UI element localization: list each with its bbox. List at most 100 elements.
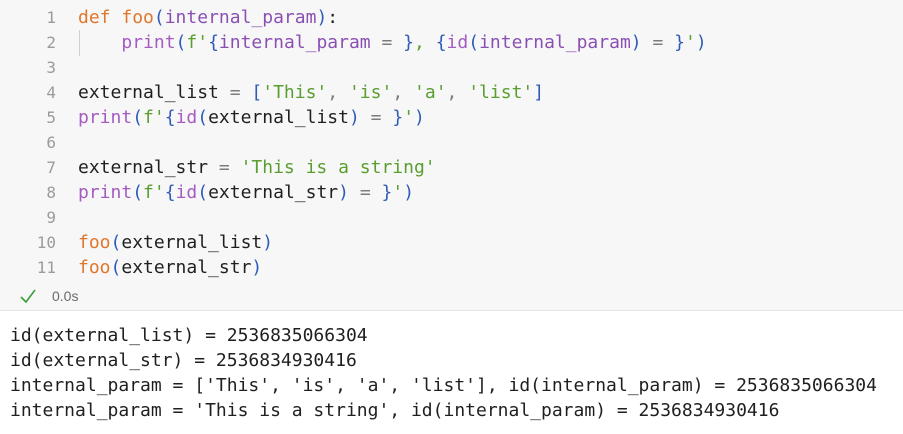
code-token: external_str — [208, 182, 339, 203]
code-token: ' — [403, 107, 415, 128]
code-token: ) — [251, 257, 263, 278]
code-text: external_list = ['This', 'is', 'a', 'lis… — [78, 80, 544, 105]
code-token: external_list — [121, 232, 263, 253]
code-token: , — [446, 82, 469, 103]
code-token: ' — [684, 32, 696, 53]
code-text: foo(external_list) — [78, 230, 273, 255]
line-number: 3 — [46, 58, 56, 77]
code-token: id — [175, 182, 198, 203]
code-token: ( — [132, 182, 144, 203]
line-number: 5 — [46, 108, 56, 127]
code-line[interactable]: 8 print(f'{id(external_str) = }') — [0, 180, 903, 205]
line-number: 2 — [46, 33, 56, 52]
code-token: 'a' — [414, 82, 447, 103]
code-line[interactable]: 7 external_str = 'This is a string' — [0, 155, 903, 180]
code-token: { — [164, 107, 176, 128]
code-token: f' — [186, 32, 209, 53]
code-token: ) — [695, 32, 707, 53]
code-token: id — [446, 32, 469, 53]
code-token: ( — [468, 32, 480, 53]
code-token: ( — [153, 7, 165, 28]
check-icon — [20, 289, 36, 304]
code-token: internal_param — [164, 7, 317, 28]
output-line: id(external_list) = 2536835066304 — [10, 325, 368, 346]
code-token: = — [370, 32, 404, 53]
code-token: } — [392, 107, 404, 128]
code-token: 'is' — [348, 82, 393, 103]
code-text: external_str = 'This is a string' — [78, 155, 436, 180]
code-token: ) — [630, 32, 642, 53]
code-token: id — [175, 107, 198, 128]
code-token: ) — [403, 182, 415, 203]
code-token: 'This' — [262, 82, 328, 103]
output-line: internal_param = 'This is a string', id(… — [10, 400, 780, 421]
code-editor[interactable]: 1 def foo(internal_param): 2 print(f'{inte… — [0, 0, 903, 284]
code-text: print(f'{id(external_list) = }') — [78, 105, 425, 130]
code-line[interactable]: 5 print(f'{id(external_list) = }') — [0, 105, 903, 130]
code-token: internal_param — [479, 32, 631, 53]
line-number: 11 — [36, 258, 56, 277]
code-token: { — [208, 32, 219, 53]
code-token: ( — [132, 107, 144, 128]
cell-output: id(external_list) = 2536835066304 id(exte… — [0, 311, 903, 434]
code-token: ( — [197, 182, 209, 203]
line-number: 4 — [46, 83, 56, 102]
code-token: 'list' — [468, 82, 534, 103]
output-line: id(external_str) = 2536834930416 — [10, 350, 357, 371]
code-token: f' — [143, 182, 165, 203]
code-token: external_str — [78, 157, 219, 178]
code-line[interactable]: 2 print(f'{internal_param = }, {id(inter… — [0, 30, 903, 55]
code-token: def — [78, 7, 122, 28]
line-number: 7 — [46, 158, 56, 177]
line-number: 1 — [46, 8, 56, 27]
code-line[interactable]: 9 — [0, 205, 903, 230]
code-line[interactable]: 6 — [0, 130, 903, 155]
code-token: print — [78, 107, 133, 128]
code-token: = — [229, 82, 241, 103]
code-token: , — [392, 82, 415, 103]
code-token: external_list — [208, 107, 349, 128]
code-token: ( — [110, 232, 122, 253]
code-token: ( — [197, 107, 209, 128]
execution-time: 0.0s — [52, 288, 79, 304]
code-token: foo — [78, 257, 111, 278]
code-line[interactable]: 4 external_list = ['This', 'is', 'a', 'li… — [0, 80, 903, 105]
line-number: 6 — [46, 133, 56, 152]
code-token: 'This is a string' — [240, 157, 436, 178]
line-number: 9 — [46, 208, 56, 227]
code-token: } — [674, 32, 685, 53]
code-token: external_str — [121, 257, 252, 278]
code-token: ) — [414, 107, 425, 128]
code-token: ' — [392, 182, 404, 203]
code-token: [ — [251, 82, 263, 103]
code-text: foo(external_str) — [78, 255, 262, 280]
code-token: ) — [262, 232, 274, 253]
code-token: , — [327, 82, 349, 103]
code-token: ( — [110, 257, 122, 278]
code-text: def foo(internal_param): — [78, 5, 338, 30]
code-line[interactable]: 11 foo(external_str) — [0, 255, 903, 280]
code-token: ( — [175, 32, 187, 53]
code-token: } — [403, 32, 414, 53]
code-token: ) — [348, 107, 360, 128]
code-token: ] — [533, 82, 545, 103]
code-token: = — [641, 32, 675, 53]
code-token: f' — [143, 107, 165, 128]
code-text: print(f'{id(external_str) = }') — [78, 180, 414, 205]
code-line[interactable]: 1 def foo(internal_param): — [0, 5, 903, 30]
code-token: = — [348, 182, 382, 203]
code-token: { — [164, 182, 176, 203]
code-token: : — [327, 7, 339, 28]
notebook-cell: 1 def foo(internal_param): 2 print(f'{inte… — [0, 0, 903, 434]
code-line[interactable]: 3 — [0, 55, 903, 80]
code-token: = — [218, 157, 230, 178]
output-line: internal_param = ['This', 'is', 'a', 'li… — [10, 375, 877, 396]
code-token: = — [359, 107, 393, 128]
code-token: foo — [78, 232, 111, 253]
code-token: print — [121, 32, 176, 53]
code-line[interactable]: 10 foo(external_list) — [0, 230, 903, 255]
code-token: , — [414, 32, 436, 53]
